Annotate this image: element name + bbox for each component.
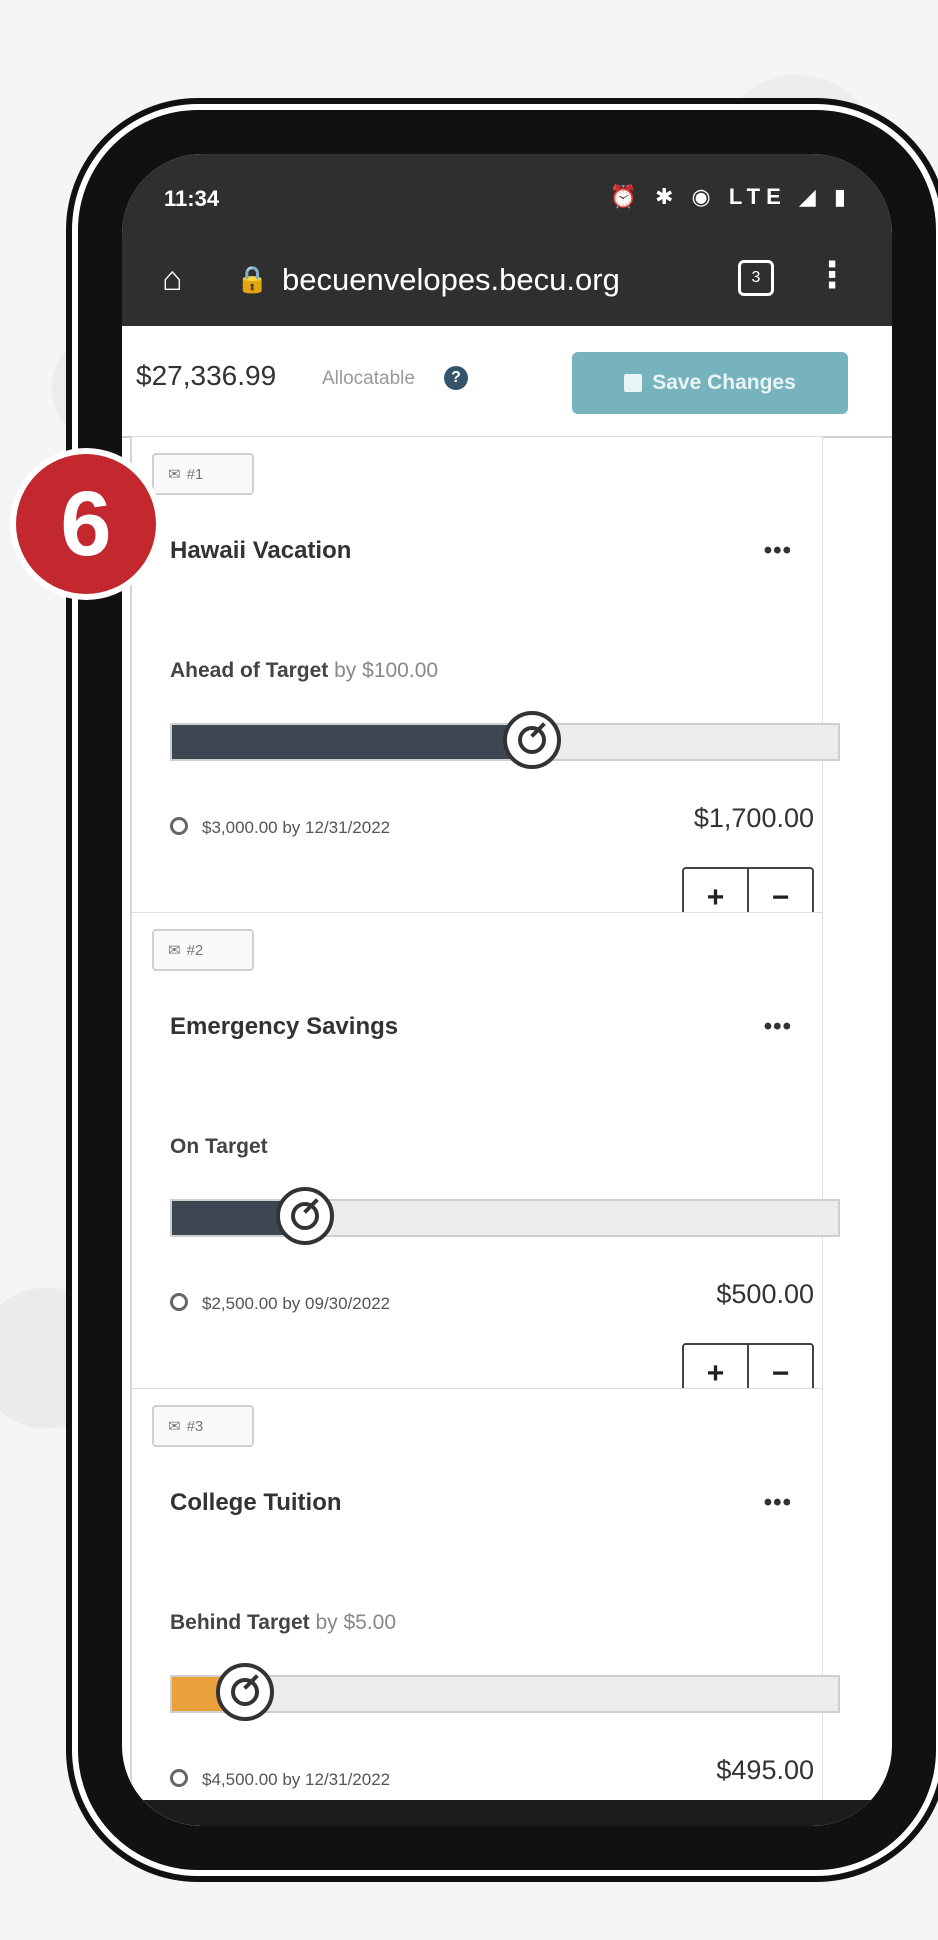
save-disk-icon xyxy=(624,374,643,392)
envelope-card: ✉ #1 Hawaii Vacation ••• Ahead of Target… xyxy=(130,436,840,929)
target-bullseye-icon xyxy=(170,817,188,835)
home-icon[interactable]: ⌂ xyxy=(162,260,183,299)
target-goal: $3,000.00 by 12/31/2022 xyxy=(170,817,390,838)
phone-screen: 11:34 ⏰ ✱ ◉ LTE ◢ ▮ ⌂ 🔒 becuenvelopes.be… xyxy=(122,154,892,1826)
more-options-icon[interactable]: ••• xyxy=(764,1013,792,1041)
target-knob-icon[interactable] xyxy=(216,1663,275,1721)
envelope-icon: ✉ xyxy=(168,1418,181,1435)
envelope-tag-number: #1 xyxy=(186,465,204,483)
envelope-tag: ✉ #2 xyxy=(152,929,254,971)
phone-frame: 11:34 ⏰ ✱ ◉ LTE ◢ ▮ ⌂ 🔒 becuenvelopes.be… xyxy=(78,110,936,1870)
target-goal-text: $2,500.00 by 09/30/2022 xyxy=(202,1294,391,1313)
target-knob-icon[interactable] xyxy=(502,711,561,769)
overflow-menu-icon[interactable]: ⋮ xyxy=(814,254,850,296)
more-options-icon[interactable]: ••• xyxy=(764,1489,792,1517)
progress-fill xyxy=(172,725,532,759)
save-changes-button[interactable]: Save Changes xyxy=(572,352,848,414)
envelope-balance: $500.00 xyxy=(716,1279,814,1309)
envelope-name: College Tuition xyxy=(170,1489,342,1516)
allocatable-label: Allocatable xyxy=(322,368,415,389)
target-status-word: On Target xyxy=(170,1135,268,1158)
status-icons: ⏰ ✱ ◉ LTE ◢ ▮ xyxy=(609,184,852,209)
target-status-detail: by $100.00 xyxy=(328,659,439,682)
allocatable-bar: $27,336.99 Allocatable ? Save Changes xyxy=(122,326,892,438)
envelope-tag: ✉ #3 xyxy=(152,1405,254,1447)
save-changes-label: Save Changes xyxy=(652,371,796,394)
envelope-balance: $495.00 xyxy=(716,1755,814,1785)
target-status-detail: by $5.00 xyxy=(309,1611,397,1634)
screen-bottom-bezel xyxy=(122,1800,892,1826)
progress-track xyxy=(170,711,840,769)
step-number-badge: 6 xyxy=(16,454,156,594)
target-status: On Target xyxy=(170,1135,268,1159)
envelope-tag-number: #2 xyxy=(186,941,204,959)
envelope-name: Emergency Savings xyxy=(170,1013,399,1040)
envelope-card: ✉ #3 College Tuition ••• Behind Target b… xyxy=(130,1388,840,1826)
envelope-icon: ✉ xyxy=(168,942,181,959)
envelope-balance: $1,700.00 xyxy=(693,803,814,833)
tab-switcher-button[interactable]: 3 xyxy=(738,260,774,296)
envelope-tag: ✉ #1 xyxy=(152,453,254,495)
target-goal-text: $4,500.00 by 12/31/2022 xyxy=(202,1770,391,1789)
target-goal: $4,500.00 by 12/31/2022 xyxy=(170,1769,390,1790)
target-status: Behind Target by $5.00 xyxy=(170,1611,396,1635)
target-knob-icon[interactable] xyxy=(276,1187,335,1245)
target-goal-text: $3,000.00 by 12/31/2022 xyxy=(202,818,391,837)
url-field[interactable]: becuenvelopes.becu.org xyxy=(282,262,620,298)
target-status: Ahead of Target by $100.00 xyxy=(170,659,438,683)
help-icon[interactable]: ? xyxy=(444,366,468,390)
more-options-icon[interactable]: ••• xyxy=(764,537,792,565)
progress-track xyxy=(170,1663,840,1721)
lock-icon: 🔒 xyxy=(236,264,269,294)
status-time: 11:34 xyxy=(164,186,220,211)
target-status-word: Behind Target xyxy=(170,1611,310,1634)
status-bar: 11:34 ⏰ ✱ ◉ LTE ◢ ▮ xyxy=(122,154,892,234)
progress-track xyxy=(170,1187,840,1245)
envelope-card: ✉ #2 Emergency Savings ••• On Target $2,… xyxy=(130,912,840,1405)
envelope-icon: ✉ xyxy=(168,466,181,483)
browser-toolbar: ⌂ 🔒 becuenvelopes.becu.org 3 ⋮ xyxy=(122,234,892,326)
envelope-name: Hawaii Vacation xyxy=(170,537,352,564)
envelope-tag-number: #3 xyxy=(186,1417,204,1435)
allocatable-amount: $27,336.99 xyxy=(136,360,277,391)
target-goal: $2,500.00 by 09/30/2022 xyxy=(170,1293,390,1314)
target-status-word: Ahead of Target xyxy=(170,659,329,682)
target-bullseye-icon xyxy=(170,1769,188,1787)
target-bullseye-icon xyxy=(170,1293,188,1311)
